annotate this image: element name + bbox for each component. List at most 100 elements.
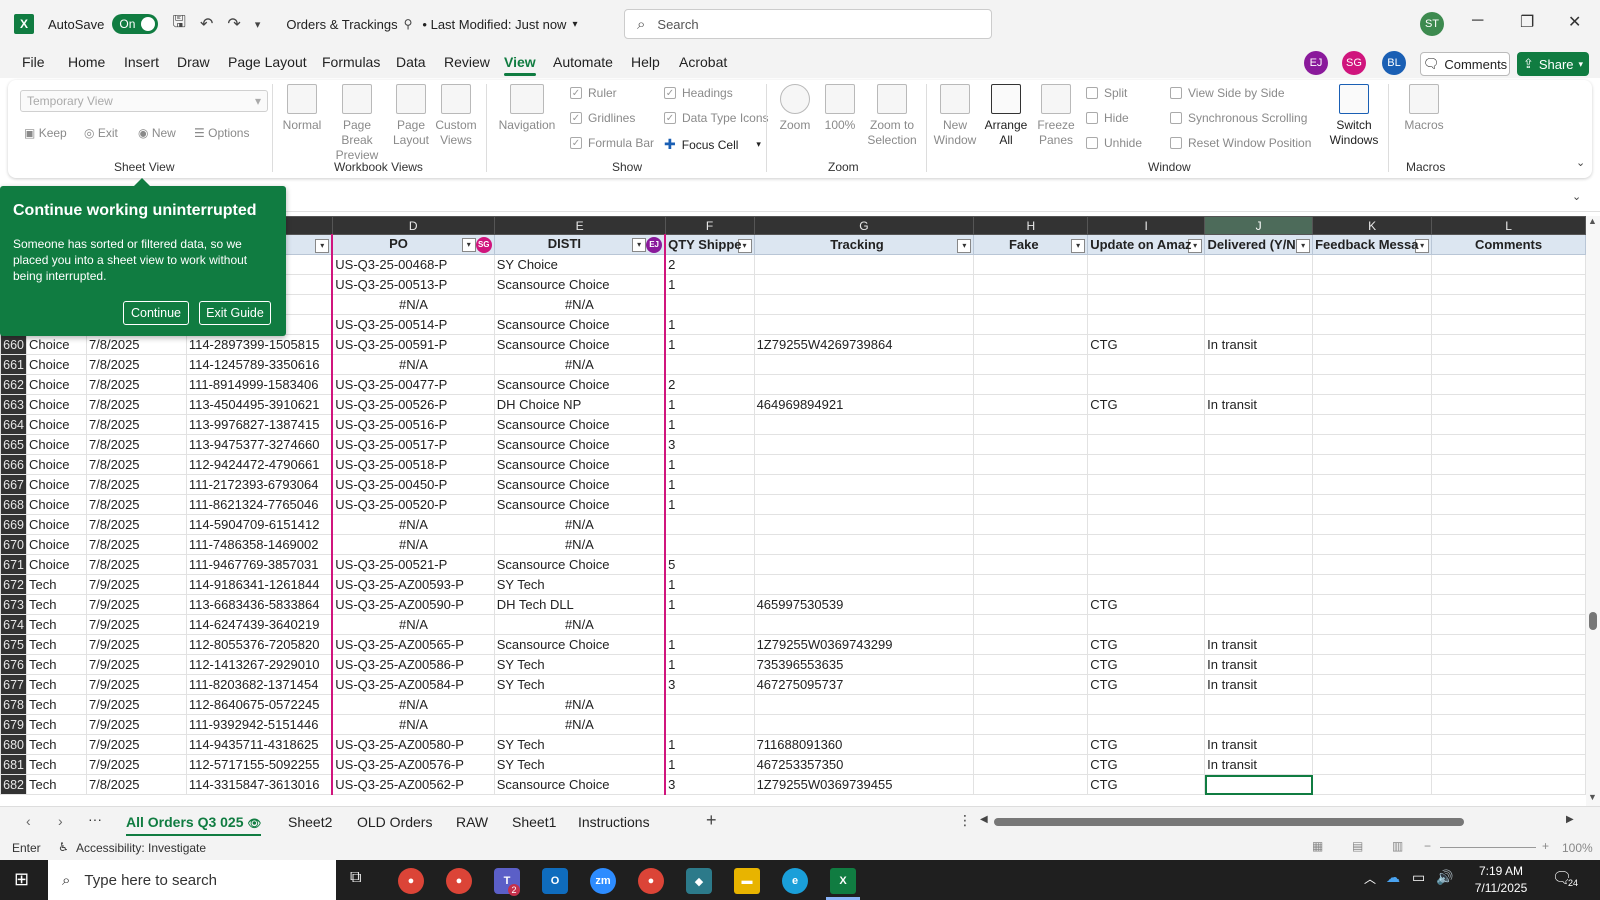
qty-shipped-cell[interactable] — [664, 354, 755, 375]
row-number[interactable]: 663 — [0, 394, 27, 415]
feedback-cell[interactable] — [1312, 694, 1433, 715]
feedback-cell[interactable] — [1312, 614, 1433, 635]
more-options-icon[interactable]: ⋮ — [958, 812, 972, 829]
update-on-amazon-cell[interactable]: CTG — [1087, 394, 1206, 415]
tracking-cell[interactable] — [753, 534, 975, 555]
po-cell[interactable]: US-Q3-25-00591-P — [331, 334, 495, 355]
tracking-cell[interactable]: 467275095737 — [753, 674, 975, 695]
qty-shipped-cell[interactable]: 2 — [664, 254, 755, 275]
tracking-cell[interactable] — [753, 694, 975, 715]
qty-shipped-cell[interactable]: 3 — [664, 774, 755, 795]
split-button[interactable]: Split — [1086, 86, 1127, 100]
order-id-cell[interactable]: 114-1245789-3350616 — [185, 354, 333, 375]
delivered-cell[interactable]: In transit — [1204, 674, 1314, 695]
scroll-up-icon[interactable]: ▲ — [1588, 216, 1597, 226]
comments-cell[interactable] — [1431, 354, 1586, 375]
po-cell[interactable]: US-Q3-25-AZ00584-P — [331, 674, 495, 695]
update-on-amazon-cell[interactable] — [1087, 694, 1206, 715]
po-cell[interactable]: US-Q3-25-00518-P — [331, 454, 495, 475]
page-layout-view-icon[interactable]: ▤ — [1352, 839, 1363, 853]
delivered-cell[interactable] — [1204, 414, 1314, 435]
reset-window-position-button[interactable]: Reset Window Position — [1170, 136, 1311, 150]
qty-shipped-cell[interactable]: 1 — [664, 394, 755, 415]
feedback-cell[interactable] — [1312, 514, 1433, 535]
disti-cell[interactable]: SY Tech — [493, 674, 667, 695]
disti-cell[interactable]: SY Tech — [493, 754, 667, 775]
date-cell[interactable]: 7/8/2025 — [85, 374, 187, 395]
zoom-to-selection-button[interactable]: Zoom to Selection — [862, 84, 922, 148]
tracking-cell[interactable]: 711688091360 — [753, 734, 975, 755]
tracking-cell[interactable] — [753, 294, 975, 315]
po-cell[interactable]: US-Q3-25-00526-P — [331, 394, 495, 415]
type-cell[interactable]: Tech — [25, 714, 87, 735]
filter-dropdown-icon[interactable]: ▾ — [957, 238, 972, 253]
feedback-cell[interactable] — [1312, 434, 1433, 455]
row-number[interactable]: 667 — [0, 474, 27, 495]
comments-cell[interactable] — [1431, 374, 1586, 395]
type-cell[interactable]: Tech — [25, 694, 87, 715]
qty-shipped-cell[interactable]: 1 — [664, 274, 755, 295]
add-sheet-icon[interactable]: + — [706, 810, 717, 831]
type-cell[interactable]: Tech — [25, 734, 87, 755]
tracking-cell[interactable] — [753, 454, 975, 475]
feedback-cell[interactable] — [1312, 494, 1433, 515]
delivered-cell[interactable] — [1204, 534, 1314, 555]
comments-cell[interactable] — [1431, 394, 1586, 415]
delivered-cell[interactable] — [1204, 774, 1314, 795]
tracking-cell[interactable]: 465997530539 — [753, 594, 975, 615]
disti-cell[interactable]: Scansource Choice — [493, 634, 667, 655]
po-cell[interactable]: #N/A — [331, 614, 495, 635]
search-input[interactable]: ⌕ Search — [624, 9, 992, 39]
date-cell[interactable]: 7/9/2025 — [85, 574, 187, 595]
header-cell[interactable]: SG ▾ PO — [331, 234, 495, 255]
minimize-icon[interactable]: ─ — [1472, 12, 1483, 30]
header-cell[interactable]: EJ ▾ DISTI — [493, 234, 667, 255]
po-cell[interactable]: #N/A — [331, 294, 495, 315]
autosave-toggle[interactable]: On — [112, 14, 159, 34]
order-id-cell[interactable]: 111-7486358-1469002 — [185, 534, 333, 555]
update-on-amazon-cell[interactable] — [1087, 614, 1206, 635]
comments-cell[interactable] — [1431, 634, 1586, 655]
po-cell[interactable]: #N/A — [331, 514, 495, 535]
fake-cell[interactable] — [973, 534, 1089, 555]
po-cell[interactable]: US-Q3-25-AZ00565-P — [331, 634, 495, 655]
date-cell[interactable]: 7/8/2025 — [85, 434, 187, 455]
fake-cell[interactable] — [973, 774, 1089, 795]
update-on-amazon-cell[interactable]: CTG — [1087, 734, 1206, 755]
disti-cell[interactable]: DH Choice NP — [493, 394, 667, 415]
date-cell[interactable]: 7/8/2025 — [85, 554, 187, 575]
row-number[interactable]: 675 — [0, 634, 27, 655]
tracking-cell[interactable] — [753, 614, 975, 635]
order-id-cell[interactable]: 113-6683436-5833864 — [185, 594, 333, 615]
tracking-cell[interactable] — [753, 374, 975, 395]
fake-cell[interactable] — [973, 574, 1089, 595]
accessibility-status[interactable]: Accessibility: Investigate — [76, 841, 206, 855]
user-avatar[interactable]: ST — [1420, 12, 1444, 36]
tracking-cell[interactable] — [753, 354, 975, 375]
comments-button[interactable]: 🗨 Comments — [1420, 52, 1510, 76]
fake-cell[interactable] — [973, 334, 1089, 355]
delivered-cell[interactable] — [1204, 374, 1314, 395]
delivered-cell[interactable] — [1204, 454, 1314, 475]
fake-cell[interactable] — [973, 554, 1089, 575]
type-cell[interactable]: Choice — [25, 514, 87, 535]
customize-qat-icon[interactable]: ▾ — [255, 18, 261, 31]
po-cell[interactable]: US-Q3-25-AZ00562-P — [331, 774, 495, 795]
feedback-cell[interactable] — [1312, 254, 1433, 275]
macros-button[interactable]: Macros — [1398, 84, 1450, 133]
fake-cell[interactable] — [973, 294, 1089, 315]
comments-cell[interactable] — [1431, 614, 1586, 635]
taskbar-search[interactable]: ⌕ Type here to search — [48, 860, 336, 900]
feedback-cell[interactable] — [1312, 774, 1433, 795]
tracking-cell[interactable] — [753, 414, 975, 435]
freeze-panes-button[interactable]: Freeze Panes — [1032, 84, 1080, 148]
update-on-amazon-cell[interactable] — [1087, 714, 1206, 735]
order-id-cell[interactable]: 114-9186341-1261844 — [185, 574, 333, 595]
disti-cell[interactable]: Scansource Choice — [493, 334, 667, 355]
update-on-amazon-cell[interactable]: CTG — [1087, 774, 1206, 795]
date-cell[interactable]: 7/9/2025 — [85, 734, 187, 755]
scroll-down-icon[interactable]: ▼ — [1588, 792, 1597, 802]
po-cell[interactable]: US-Q3-25-00521-P — [331, 554, 495, 575]
column-header-i[interactable]: I — [1087, 216, 1206, 235]
file-explorer-icon[interactable]: ▬ — [734, 868, 760, 894]
